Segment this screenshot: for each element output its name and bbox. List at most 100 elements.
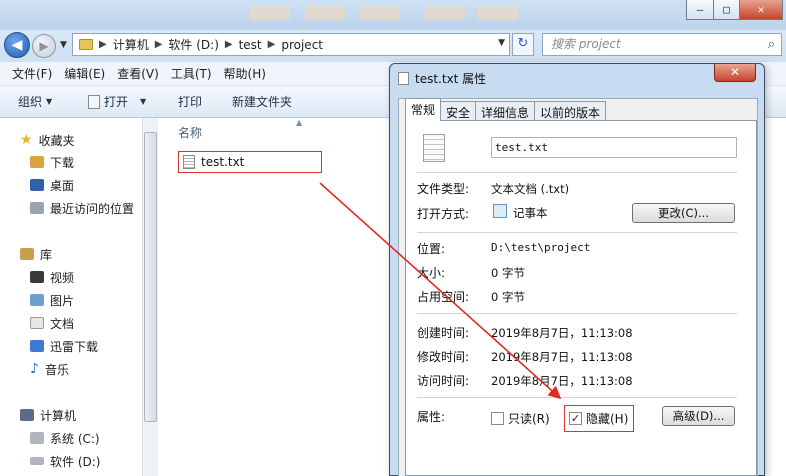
address-bar[interactable]: ▶ 计算机 ▶ 软件 (D:) ▶ test ▶ project ▼ xyxy=(72,33,510,56)
nav-recent-label: 最近访问的位置 xyxy=(50,201,135,216)
breadcrumb-project[interactable]: project xyxy=(281,38,323,52)
breadcrumb-separator-icon[interactable]: ▶ xyxy=(99,39,107,50)
address-row: ◀ ▶ ▼ ▶ 计算机 ▶ 软件 (D:) ▶ test ▶ project ▼… xyxy=(0,30,786,62)
music-note-icon: ♪ xyxy=(30,361,39,377)
breadcrumb-separator-icon[interactable]: ▶ xyxy=(268,39,276,50)
nav-computer[interactable]: 计算机 xyxy=(20,405,76,425)
nav-downloads[interactable]: 下载 xyxy=(30,152,74,172)
new-folder-button[interactable]: 新建文件夹 xyxy=(232,93,292,110)
hidden-checkbox[interactable]: ✓ 隐藏(H) xyxy=(569,410,628,427)
new-folder-label: 新建文件夹 xyxy=(232,95,293,109)
caret-down-icon: ▼ xyxy=(46,97,53,106)
maximize-button[interactable]: □ xyxy=(713,0,740,20)
recent-pages-dropdown[interactable]: ▼ xyxy=(60,40,67,50)
dialog-title: test.txt 属性 xyxy=(415,72,487,86)
caret-down-icon: ▼ xyxy=(140,97,147,106)
modified-label: 修改时间: xyxy=(417,350,470,364)
location-value: D:\test\project xyxy=(491,241,591,254)
nav-desktop-label: 桌面 xyxy=(50,178,75,193)
organize-button[interactable]: 组织 ▼ xyxy=(18,93,52,110)
tab-security[interactable]: 安全 xyxy=(440,101,477,121)
divider xyxy=(417,172,737,173)
forward-button[interactable]: ▶ xyxy=(32,34,56,58)
nav-drive-d[interactable]: 软件 (D:) xyxy=(30,451,100,471)
breadcrumb-computer[interactable]: 计算机 xyxy=(113,36,149,53)
nav-drive-c[interactable]: 系统 (C:) xyxy=(30,428,100,448)
divider xyxy=(417,313,737,314)
blurred-menu-tab xyxy=(305,6,345,20)
readonly-checkbox[interactable]: 只读(R) xyxy=(491,410,550,427)
blurred-menu-tab xyxy=(478,6,518,20)
hidden-label: 隐藏(H) xyxy=(586,412,629,426)
open-button[interactable]: 打开 ▼ xyxy=(88,93,146,110)
breadcrumb-drive-d[interactable]: 软件 (D:) xyxy=(168,36,218,53)
created-value: 2019年8月7日，11:13:08 xyxy=(491,326,633,340)
file-item-test-txt[interactable]: test.txt xyxy=(178,151,322,173)
nav-libraries[interactable]: 库 xyxy=(20,244,52,264)
back-button[interactable]: ◀ xyxy=(4,32,30,58)
created-label: 创建时间: xyxy=(417,326,470,340)
drive-icon xyxy=(30,457,44,465)
search-input[interactable]: 搜索 project ⌕ xyxy=(542,33,782,56)
menu-file[interactable]: 文件(F) xyxy=(6,65,58,82)
dialog-close-button[interactable]: ✕ xyxy=(714,64,756,82)
nav-videos-label: 视频 xyxy=(50,270,75,285)
opens-with-value: 记事本 xyxy=(513,206,548,220)
arrow-right-icon: ▶ xyxy=(39,39,49,53)
readonly-check-box[interactable] xyxy=(491,412,504,425)
tab-details[interactable]: 详细信息 xyxy=(475,101,536,121)
search-icon[interactable]: ⌕ xyxy=(768,34,775,55)
arrow-left-icon: ◀ xyxy=(11,37,23,53)
divider xyxy=(417,232,737,233)
open-label: 打开 xyxy=(104,95,129,109)
nav-downloads-label: 下载 xyxy=(50,155,75,170)
print-button[interactable]: 打印 xyxy=(178,93,202,110)
folder-icon xyxy=(79,39,93,50)
breadcrumb-test[interactable]: test xyxy=(239,38,262,52)
nav-videos[interactable]: 视频 xyxy=(30,267,74,287)
tab-previous-versions[interactable]: 以前的版本 xyxy=(534,101,607,121)
nav-documents-label: 文档 xyxy=(50,316,75,331)
nav-documents[interactable]: 文档 xyxy=(30,313,74,333)
menu-tools[interactable]: 工具(T) xyxy=(165,65,218,82)
size-on-disk-label: 占用空间: xyxy=(417,290,470,304)
change-button[interactable]: 更改(C)... xyxy=(632,203,735,223)
hidden-check-box[interactable]: ✓ xyxy=(569,412,582,425)
nav-xunlei[interactable]: 迅雷下载 xyxy=(30,336,98,356)
navigation-pane: ★ 收藏夹 下载 桌面 最近访问的位置 库 视频 图片 文档 迅雷下载 ♪ 音乐 计 xyxy=(0,118,158,476)
advanced-button[interactable]: 高级(D)... xyxy=(662,406,735,426)
breadcrumb-separator-icon[interactable]: ▶ xyxy=(225,39,233,50)
nav-desktop[interactable]: 桌面 xyxy=(30,175,74,195)
nav-scrollbar-thumb[interactable] xyxy=(144,132,157,422)
nav-music[interactable]: ♪ 音乐 xyxy=(30,359,69,379)
nav-drive-c-label: 系统 (C:) xyxy=(50,431,100,446)
accessed-value: 2019年8月7日，11:13:08 xyxy=(491,374,633,388)
blurred-menu-tab xyxy=(360,6,400,20)
menu-edit[interactable]: 编辑(E) xyxy=(58,65,111,82)
text-document-icon xyxy=(423,134,445,162)
print-label: 打印 xyxy=(178,95,203,109)
tab-general[interactable]: 常规 xyxy=(405,98,442,121)
menu-help[interactable]: 帮助(H) xyxy=(218,65,272,82)
nav-scrollbar[interactable] xyxy=(142,118,158,476)
close-icon: ✕ xyxy=(729,65,741,79)
attributes-label: 属性: xyxy=(417,410,446,424)
refresh-button[interactable]: ↻ xyxy=(512,33,534,56)
file-name-field[interactable]: test.txt xyxy=(491,137,737,158)
menu-view[interactable]: 查看(V) xyxy=(111,65,165,82)
breadcrumb-separator-icon[interactable]: ▶ xyxy=(155,39,163,50)
minimize-button[interactable]: — xyxy=(686,0,714,20)
address-dropdown-icon[interactable]: ▼ xyxy=(498,38,505,48)
column-header-name[interactable]: 名称 xyxy=(170,118,390,144)
pictures-icon xyxy=(30,294,44,306)
nav-pictures[interactable]: 图片 xyxy=(30,290,74,310)
nav-favorites-label: 收藏夹 xyxy=(38,133,75,148)
star-icon: ★ xyxy=(20,132,33,148)
open-file-icon xyxy=(88,94,100,109)
file-type-label: 文件类型: xyxy=(417,182,470,196)
search-placeholder: 搜索 project xyxy=(551,37,621,51)
close-button[interactable]: ✕ xyxy=(739,0,783,20)
blurred-menu-tab xyxy=(425,6,465,20)
nav-recent[interactable]: 最近访问的位置 xyxy=(30,198,134,218)
nav-favorites[interactable]: ★ 收藏夹 xyxy=(20,130,75,150)
